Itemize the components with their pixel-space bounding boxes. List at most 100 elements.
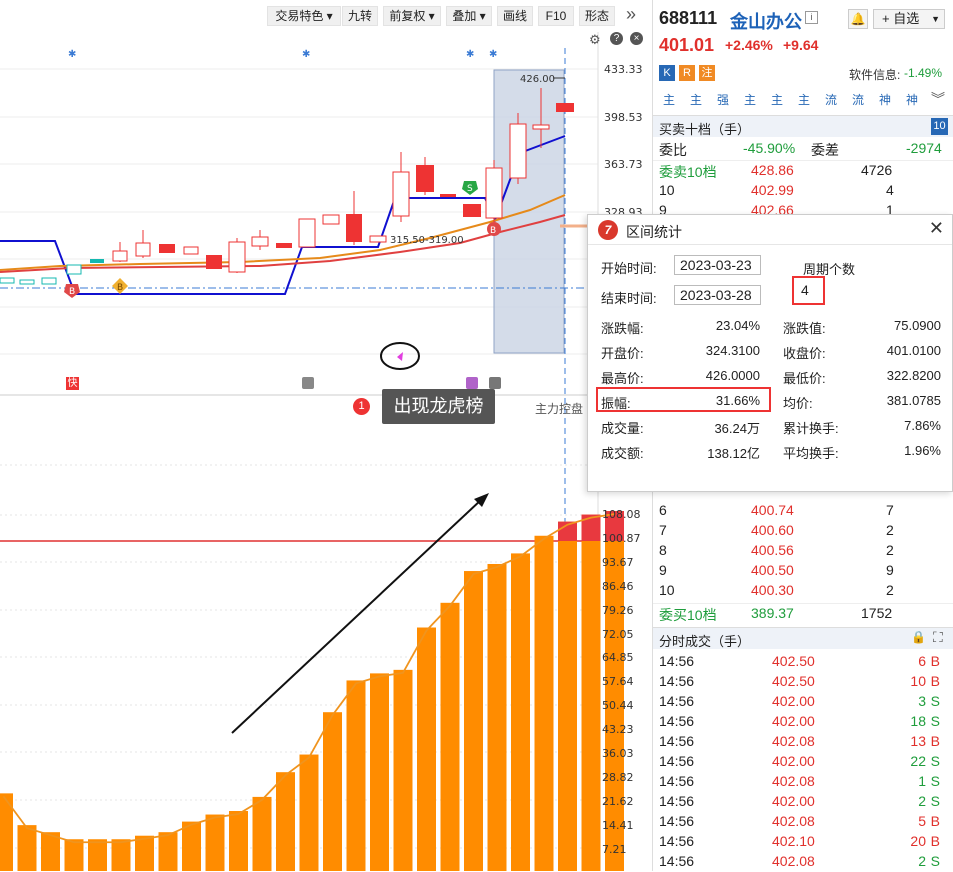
- lock-icon[interactable]: 🔒: [911, 630, 926, 644]
- draw-line-button[interactable]: 画线: [497, 6, 533, 26]
- volume-axis-label: 100.87: [602, 531, 641, 545]
- nine-turn-button[interactable]: 九转: [342, 6, 378, 26]
- bid-volume: 2: [886, 582, 894, 598]
- price-axis-label: 398.53: [604, 111, 643, 124]
- svg-text:B: B: [490, 226, 496, 236]
- volume-bar: [581, 514, 601, 871]
- sell10-label: 委卖10档: [659, 164, 717, 180]
- volume-axis-label: 79.26: [602, 603, 634, 617]
- volume-bar: [417, 627, 436, 871]
- note-icon-2[interactable]: [466, 377, 478, 389]
- volume-axis-label: 72.05: [602, 627, 634, 641]
- close-icon[interactable]: ✕: [929, 218, 944, 239]
- feature-button[interactable]: 强: [713, 91, 733, 109]
- popup-title: 区间统计: [626, 224, 682, 240]
- chart-canvas[interactable]: ✱ ✱ ✱ ✱ 426.00 315.50-319.00 B B S B: [0, 32, 652, 871]
- end-date-field[interactable]: 2023-03-28: [674, 285, 761, 305]
- tick-side: B: [930, 833, 940, 849]
- close-chart-icon[interactable]: ×: [630, 32, 643, 45]
- bid-price: 400.30: [751, 582, 794, 598]
- f10-button[interactable]: F10: [538, 6, 574, 26]
- tick-row: 14:56 402.00 22 S: [653, 752, 953, 772]
- tick-side: S: [930, 773, 940, 789]
- feature-button[interactable]: 主: [740, 91, 760, 109]
- overlay-button[interactable]: 叠加 ▾: [446, 6, 492, 26]
- volume-bar: [299, 754, 319, 871]
- bid-price: 400.74: [751, 502, 794, 518]
- expand-icon[interactable]: ︾: [931, 89, 945, 109]
- feature-button[interactable]: 神: [875, 91, 895, 109]
- stat-label: 累计换手:: [783, 421, 839, 436]
- event-tooltip[interactable]: 出现龙虎榜: [382, 389, 495, 424]
- tick-time: 14:56: [659, 793, 695, 809]
- start-date-field[interactable]: 2023-03-23: [674, 255, 761, 275]
- bid-level: 6: [659, 502, 667, 518]
- weibi-value: -45.90%: [743, 140, 796, 156]
- settings-icon[interactable]: ⚙: [589, 32, 601, 48]
- volume-axis-label: 7.21: [602, 842, 627, 856]
- stat-label: 成交量:: [601, 421, 644, 436]
- tick-time: 14:56: [659, 813, 695, 829]
- event-badge: 1: [353, 398, 370, 415]
- tick-volume: 2: [918, 853, 926, 869]
- feature-button[interactable]: 神: [902, 91, 922, 109]
- ask-volume: 4: [886, 182, 894, 198]
- period-count-value: 4: [801, 282, 809, 298]
- trade-feature-button[interactable]: 交易特色 ▾: [267, 6, 341, 26]
- tick-volume: 13: [910, 733, 926, 749]
- tick-row: 14:56 402.00 18 S: [653, 712, 953, 732]
- feature-button[interactable]: 主: [659, 91, 679, 109]
- feature-button[interactable]: 主: [767, 91, 787, 109]
- buy-marker-1: B: [64, 284, 80, 298]
- tick-price: 402.00: [772, 753, 815, 769]
- volume-bar: [393, 669, 413, 871]
- tick-side: S: [930, 713, 940, 729]
- volume-axis-label: 28.82: [602, 770, 634, 784]
- feature-button[interactable]: 流: [848, 91, 868, 109]
- ask-level: 10: [659, 182, 675, 198]
- range-price-label: 315.50-319.00: [390, 235, 464, 246]
- note-icon-3[interactable]: [489, 377, 501, 389]
- stat-value: 36.24万: [714, 421, 760, 436]
- more-icon[interactable]: »: [626, 4, 636, 25]
- end-label: 结束时间:: [601, 291, 657, 306]
- svg-text:✱: ✱: [489, 49, 497, 60]
- volume-bar: [158, 832, 178, 871]
- kuai-tag[interactable]: 快: [66, 377, 79, 390]
- adjust-button[interactable]: 前复权 ▾: [383, 6, 441, 26]
- stat-label: 均价:: [783, 396, 813, 411]
- bid-level: 10: [659, 582, 675, 598]
- tick-side: B: [930, 653, 940, 669]
- feature-button[interactable]: 流: [821, 91, 841, 109]
- svg-text:S: S: [467, 184, 473, 194]
- tick-row: 14:56 402.50 6 B: [653, 652, 953, 672]
- help-icon[interactable]: ?: [610, 32, 623, 45]
- volume-bar: [88, 839, 107, 871]
- volume-bar: [534, 535, 554, 871]
- svg-text:✱: ✱: [68, 49, 76, 60]
- tick-price: 402.00: [772, 793, 815, 809]
- interval-stats-popup: 7 区间统计 ✕ 开始时间: 2023-03-23 结束时间: 2023-03-…: [587, 214, 953, 492]
- stat-value: 1.96%: [904, 443, 941, 458]
- pattern-button[interactable]: 形态: [579, 6, 615, 26]
- fullscreen-icon[interactable]: ⛶: [933, 629, 943, 646]
- volume-bar: [464, 571, 483, 871]
- buy10-price: 389.37: [751, 605, 794, 621]
- tick-row: 14:56 402.10 20 B: [653, 832, 953, 852]
- bid-level: 8: [659, 542, 667, 558]
- tick-volume: 22: [910, 753, 926, 769]
- tick-volume: 3: [918, 693, 926, 709]
- feature-button[interactable]: 主: [686, 91, 706, 109]
- weibi-label: 委比: [659, 142, 687, 158]
- stat-value: 31.66%: [715, 393, 760, 408]
- stat-value: 381.0785: [886, 393, 941, 408]
- stat-label: 开盘价:: [601, 346, 644, 361]
- bid-level: 7: [659, 522, 667, 538]
- tick-volume: 20: [910, 833, 926, 849]
- note-icon[interactable]: [302, 377, 314, 389]
- tick-side: S: [930, 693, 940, 709]
- feature-button[interactable]: 主: [794, 91, 814, 109]
- tick-side: B: [930, 813, 940, 829]
- orderbook-count[interactable]: 10: [931, 118, 948, 135]
- svg-text:✱: ✱: [466, 49, 474, 60]
